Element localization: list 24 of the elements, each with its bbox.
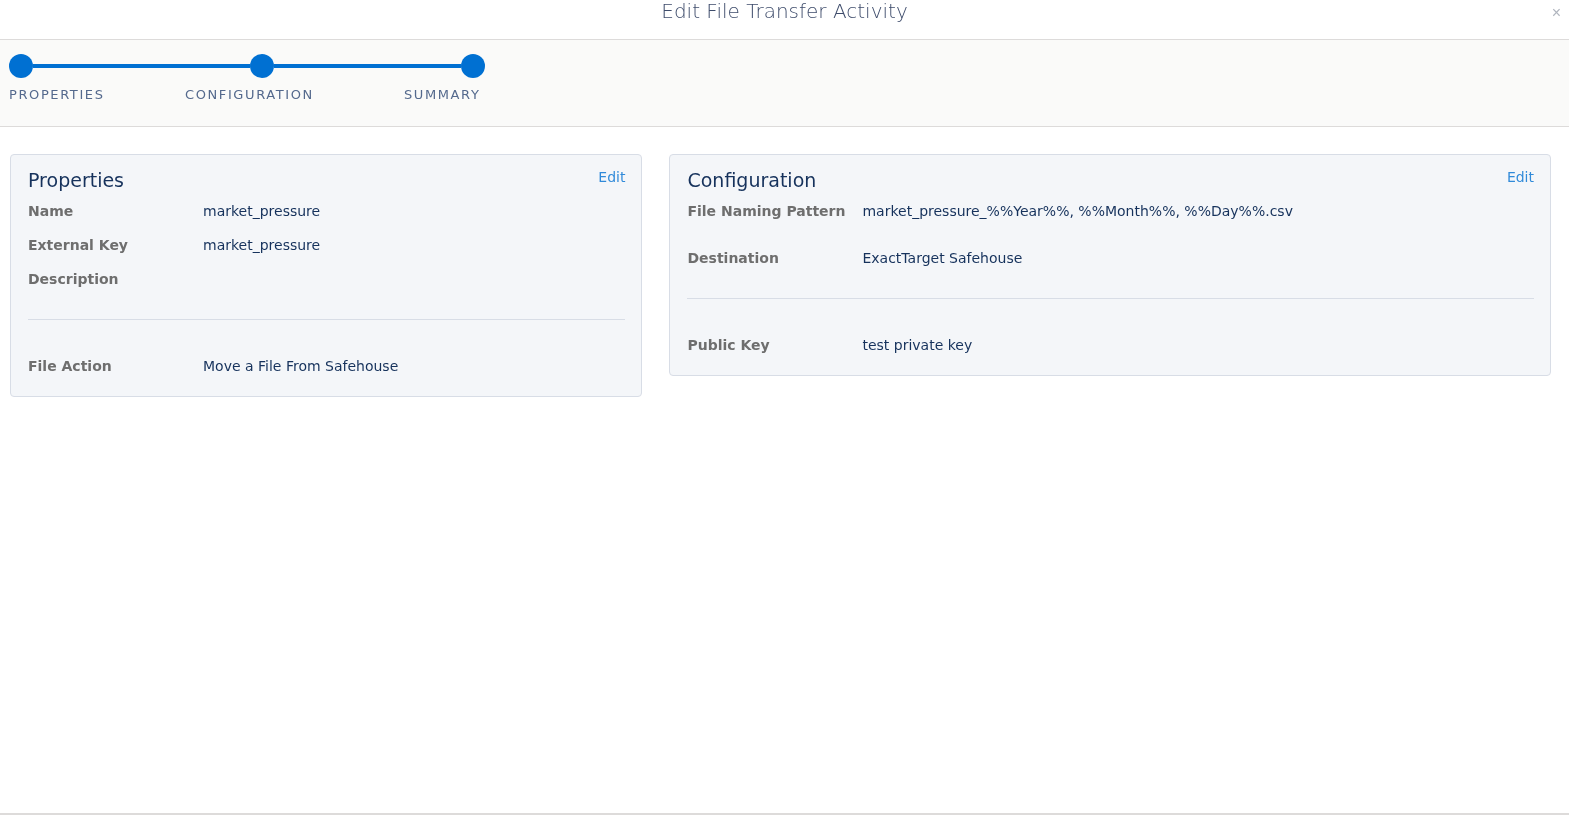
field-value: Move a File From Safehouse: [203, 358, 399, 374]
step-dot[interactable]: [461, 54, 485, 78]
field-value: market_pressure: [203, 237, 321, 253]
step-label[interactable]: CONFIGURATION: [185, 87, 404, 102]
field-label: File Naming Pattern: [687, 203, 847, 219]
step-dot[interactable]: [250, 54, 274, 78]
edit-link[interactable]: Edit: [598, 169, 626, 185]
edit-link[interactable]: Edit: [1506, 169, 1534, 185]
field-label: External Key: [28, 237, 129, 253]
field-value: ExactTarget Safehouse: [862, 250, 1023, 266]
modal-title: Edit File Transfer Activity: [661, 0, 908, 25]
card-title: Configuration: [687, 169, 817, 191]
field-value: market_pressure_%%Year%%, %%Month%%, %%Day%%.csv: [862, 203, 1293, 219]
card-title: Properties: [28, 169, 125, 191]
field-label: Name: [28, 203, 75, 219]
field-label: Public Key: [687, 337, 771, 353]
field-label: Description: [28, 271, 120, 287]
field-value: market_pressure: [203, 203, 321, 219]
step-label[interactable]: SUMMARY: [404, 87, 524, 102]
field-label: File Action: [28, 358, 113, 374]
step-dot[interactable]: [9, 54, 33, 78]
field-value: test private key: [862, 337, 973, 353]
field-label: Destination: [687, 250, 780, 266]
step-label[interactable]: PROPERTIES: [9, 87, 185, 102]
